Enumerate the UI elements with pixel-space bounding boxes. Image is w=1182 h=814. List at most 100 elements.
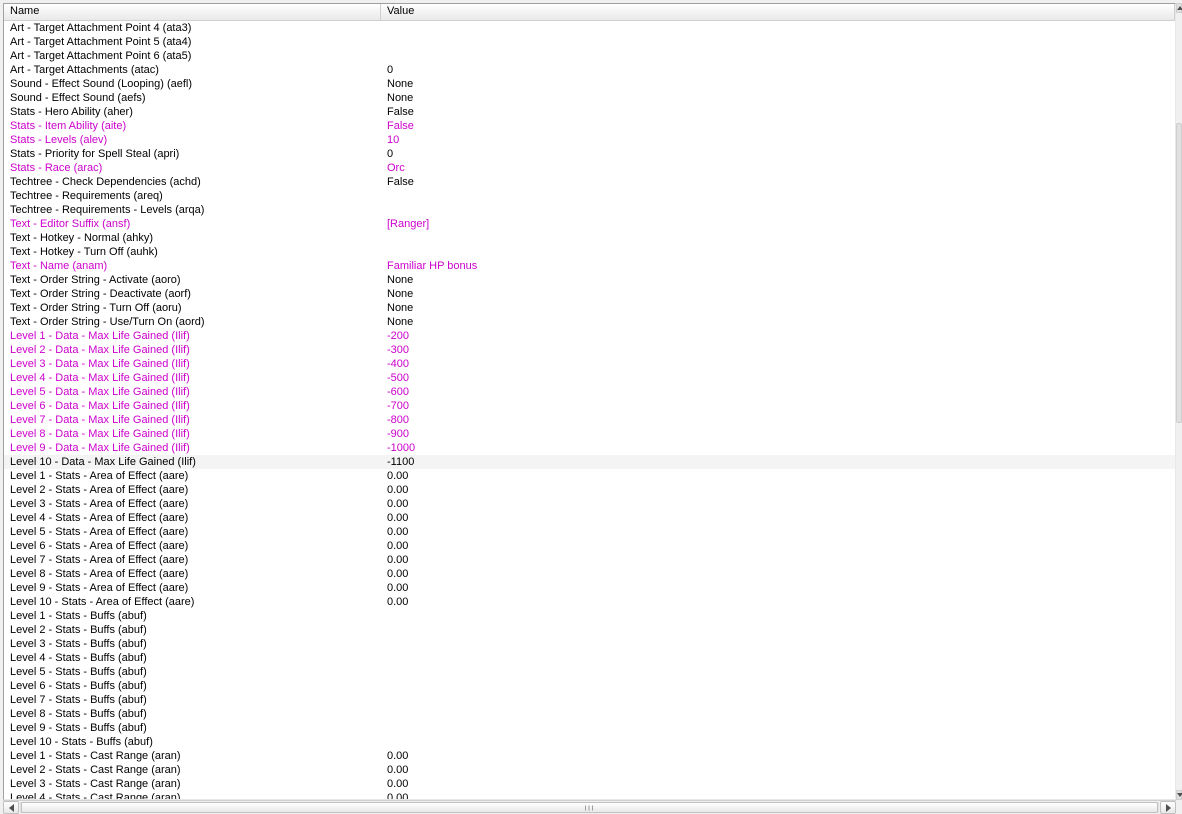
- property-row[interactable]: Level 2 - Stats - Cast Range (aran)0.00: [4, 763, 1175, 777]
- property-row[interactable]: Level 2 - Stats - Buffs (abuf): [4, 623, 1175, 637]
- property-row[interactable]: Art - Target Attachment Point 6 (ata5): [4, 49, 1175, 63]
- property-row[interactable]: Level 8 - Data - Max Life Gained (Ilif)-…: [4, 427, 1175, 441]
- property-name: Level 10 - Stats - Area of Effect (aare): [4, 595, 381, 609]
- column-headers: Name Value: [4, 4, 1175, 21]
- property-row[interactable]: Level 7 - Data - Max Life Gained (Ilif)-…: [4, 413, 1175, 427]
- horizontal-scroll-track[interactable]: ııı: [20, 802, 1159, 813]
- property-row[interactable]: Level 10 - Data - Max Life Gained (Ilif)…: [4, 455, 1175, 469]
- property-row[interactable]: Text - Name (anam)Familiar HP bonus: [4, 259, 1175, 273]
- property-row[interactable]: Text - Hotkey - Normal (ahky): [4, 231, 1175, 245]
- property-row[interactable]: Level 6 - Data - Max Life Gained (Ilif)-…: [4, 399, 1175, 413]
- property-row[interactable]: Art - Target Attachment Point 5 (ata4): [4, 35, 1175, 49]
- property-row[interactable]: Level 10 - Stats - Area of Effect (aare)…: [4, 595, 1175, 609]
- property-row[interactable]: Level 6 - Stats - Area of Effect (aare)0…: [4, 539, 1175, 553]
- property-row[interactable]: Level 3 - Data - Max Life Gained (Ilif)-…: [4, 357, 1175, 371]
- property-row[interactable]: Level 2 - Data - Max Life Gained (Ilif)-…: [4, 343, 1175, 357]
- property-value: 0.00: [381, 497, 1175, 511]
- property-value: 0.00: [381, 567, 1175, 581]
- property-name: Level 4 - Data - Max Life Gained (Ilif): [4, 371, 381, 385]
- property-value: 0.00: [381, 469, 1175, 483]
- property-name: Level 9 - Data - Max Life Gained (Ilif): [4, 441, 381, 455]
- property-row[interactable]: Level 7 - Stats - Buffs (abuf): [4, 693, 1175, 707]
- property-name: Level 7 - Data - Max Life Gained (Ilif): [4, 413, 381, 427]
- scroll-left-button[interactable]: [3, 801, 19, 814]
- property-row[interactable]: Text - Order String - Activate (aoro)Non…: [4, 273, 1175, 287]
- property-row[interactable]: Stats - Race (arac)Orc: [4, 161, 1175, 175]
- property-row[interactable]: Level 3 - Stats - Buffs (abuf): [4, 637, 1175, 651]
- property-name: Level 4 - Stats - Buffs (abuf): [4, 651, 381, 665]
- property-row[interactable]: Text - Hotkey - Turn Off (auhk): [4, 245, 1175, 259]
- property-name: Text - Hotkey - Turn Off (auhk): [4, 245, 381, 259]
- property-row[interactable]: Text - Order String - Turn Off (aoru)Non…: [4, 301, 1175, 315]
- property-row[interactable]: Level 1 - Stats - Area of Effect (aare)0…: [4, 469, 1175, 483]
- property-row[interactable]: Text - Editor Suffix (ansf)[Ranger]: [4, 217, 1175, 231]
- property-row[interactable]: Level 8 - Stats - Buffs (abuf): [4, 707, 1175, 721]
- property-row[interactable]: Level 5 - Stats - Area of Effect (aare)0…: [4, 525, 1175, 539]
- property-name: Art - Target Attachment Point 4 (ata3): [4, 21, 381, 35]
- property-row[interactable]: Level 7 - Stats - Area of Effect (aare)0…: [4, 553, 1175, 567]
- horizontal-scrollbar[interactable]: ııı: [3, 800, 1176, 814]
- property-name: Text - Order String - Use/Turn On (aord): [4, 315, 381, 329]
- scroll-right-button[interactable]: [1160, 801, 1176, 814]
- property-row[interactable]: Level 10 - Stats - Buffs (abuf): [4, 735, 1175, 749]
- property-row[interactable]: Level 1 - Stats - Buffs (abuf): [4, 609, 1175, 623]
- property-rows[interactable]: Art - Target Attachment Point 4 (ata3)Ar…: [4, 21, 1175, 799]
- property-name: Level 8 - Data - Max Life Gained (Ilif): [4, 427, 381, 441]
- property-row[interactable]: Level 8 - Stats - Area of Effect (aare)0…: [4, 567, 1175, 581]
- column-header-name[interactable]: Name: [4, 4, 381, 20]
- property-value: 0.00: [381, 539, 1175, 553]
- property-row[interactable]: Techtree - Requirements - Levels (arqa): [4, 203, 1175, 217]
- property-value: -1100: [381, 455, 1175, 469]
- column-header-value[interactable]: Value: [381, 4, 1175, 20]
- property-name: Level 2 - Stats - Cast Range (aran): [4, 763, 381, 777]
- property-row[interactable]: Techtree - Check Dependencies (achd)Fals…: [4, 175, 1175, 189]
- scroll-down-button[interactable]: [1176, 790, 1182, 800]
- property-value: [381, 721, 1175, 735]
- property-row[interactable]: Sound - Effect Sound (aefs)None: [4, 91, 1175, 105]
- property-value: 0.00: [381, 553, 1175, 567]
- property-value: 0.00: [381, 791, 1175, 799]
- property-name: Sound - Effect Sound (Looping) (aefl): [4, 77, 381, 91]
- property-row[interactable]: Level 9 - Stats - Area of Effect (aare)0…: [4, 581, 1175, 595]
- property-row[interactable]: Text - Order String - Deactivate (aorf)N…: [4, 287, 1175, 301]
- property-row[interactable]: Level 5 - Stats - Buffs (abuf): [4, 665, 1175, 679]
- property-row[interactable]: Level 9 - Stats - Buffs (abuf): [4, 721, 1175, 735]
- property-value: 0.00: [381, 763, 1175, 777]
- property-name: Level 5 - Stats - Area of Effect (aare): [4, 525, 381, 539]
- vertical-scrollbar[interactable]: [1176, 3, 1182, 800]
- vertical-scroll-thumb[interactable]: [1176, 123, 1182, 423]
- property-row[interactable]: Stats - Levels (alev)10: [4, 133, 1175, 147]
- property-value: False: [381, 175, 1175, 189]
- property-row[interactable]: Level 1 - Stats - Cast Range (aran)0.00: [4, 749, 1175, 763]
- property-row[interactable]: Level 3 - Stats - Area of Effect (aare)0…: [4, 497, 1175, 511]
- property-row[interactable]: Sound - Effect Sound (Looping) (aefl)Non…: [4, 77, 1175, 91]
- property-value: [381, 609, 1175, 623]
- property-row[interactable]: Art - Target Attachments (atac)0: [4, 63, 1175, 77]
- property-row[interactable]: Art - Target Attachment Point 4 (ata3): [4, 21, 1175, 35]
- property-row[interactable]: Stats - Priority for Spell Steal (apri)0: [4, 147, 1175, 161]
- property-row[interactable]: Level 1 - Data - Max Life Gained (Ilif)-…: [4, 329, 1175, 343]
- property-row[interactable]: Stats - Item Ability (aite)False: [4, 119, 1175, 133]
- property-row[interactable]: Text - Order String - Use/Turn On (aord)…: [4, 315, 1175, 329]
- property-row[interactable]: Level 2 - Stats - Area of Effect (aare)0…: [4, 483, 1175, 497]
- property-row[interactable]: Level 5 - Data - Max Life Gained (Ilif)-…: [4, 385, 1175, 399]
- property-value: [381, 49, 1175, 63]
- property-name: Text - Hotkey - Normal (ahky): [4, 231, 381, 245]
- property-row[interactable]: Level 4 - Stats - Cast Range (aran)0.00: [4, 791, 1175, 799]
- property-value: [381, 665, 1175, 679]
- property-value: -700: [381, 399, 1175, 413]
- scroll-up-button[interactable]: [1176, 3, 1182, 13]
- property-row[interactable]: Stats - Hero Ability (aher)False: [4, 105, 1175, 119]
- property-row[interactable]: Level 3 - Stats - Cast Range (aran)0.00: [4, 777, 1175, 791]
- property-value: [381, 623, 1175, 637]
- property-row[interactable]: Level 4 - Data - Max Life Gained (Ilif)-…: [4, 371, 1175, 385]
- horizontal-scroll-thumb[interactable]: ııı: [21, 802, 1158, 813]
- scroll-grip-icon: ııı: [584, 803, 595, 812]
- property-row[interactable]: Level 4 - Stats - Buffs (abuf): [4, 651, 1175, 665]
- property-row[interactable]: Techtree - Requirements (areq): [4, 189, 1175, 203]
- property-value: False: [381, 105, 1175, 119]
- property-row[interactable]: Level 6 - Stats - Buffs (abuf): [4, 679, 1175, 693]
- property-name: Level 5 - Stats - Buffs (abuf): [4, 665, 381, 679]
- property-row[interactable]: Level 4 - Stats - Area of Effect (aare)0…: [4, 511, 1175, 525]
- property-row[interactable]: Level 9 - Data - Max Life Gained (Ilif)-…: [4, 441, 1175, 455]
